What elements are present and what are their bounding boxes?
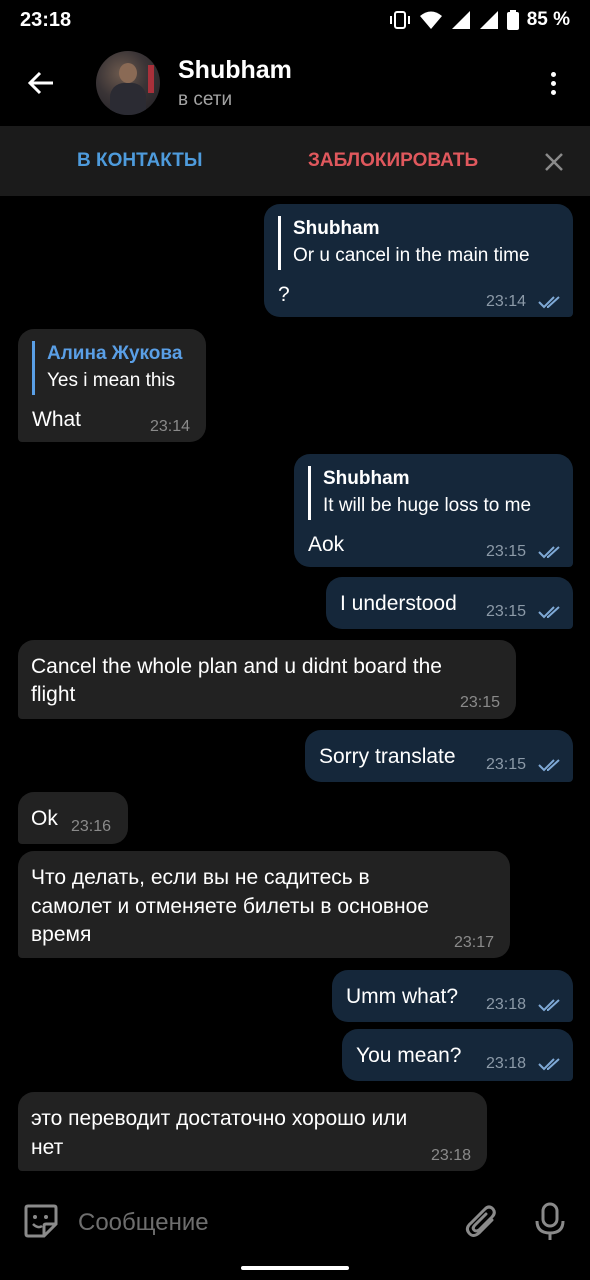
message-bubble[interactable]: Sorry translate 23:15: [305, 730, 573, 782]
message-time: 23:14: [486, 293, 527, 310]
add-contact-button[interactable]: В КОНТАКТЫ: [77, 150, 203, 172]
message-time: 23:18: [486, 996, 527, 1013]
avatar[interactable]: [96, 51, 160, 115]
home-indicator[interactable]: [241, 1266, 349, 1270]
message-text-line: самолет и отменяете билеты в основное: [31, 895, 429, 918]
message-text-line: Cancel the whole plan and u didnt board …: [31, 655, 442, 678]
message-text-line: flight: [31, 683, 76, 706]
paperclip-icon[interactable]: [464, 1202, 500, 1242]
message-time: 23:16: [71, 818, 112, 835]
message-text: I understood: [340, 592, 457, 615]
message-text: You mean?: [356, 1044, 462, 1067]
message-time: 23:15: [486, 756, 527, 773]
double-check-icon: [538, 759, 560, 772]
back-button[interactable]: [0, 40, 82, 126]
contact-status: в сети: [178, 88, 233, 110]
reply-author: Shubham: [293, 218, 380, 239]
reply-quote[interactable]: Shubham Or u cancel in the main time: [278, 216, 530, 270]
message-text-line: Что делать, если вы не садитесь в: [31, 866, 370, 889]
message-bubble[interactable]: Shubham Or u cancel in the main time ? 2…: [264, 204, 573, 317]
contact-info[interactable]: Shubham в сети: [178, 56, 292, 111]
message-text: Ok: [31, 807, 58, 830]
sticker-emoji-icon[interactable]: [22, 1202, 60, 1240]
reply-author: Алина Жукова: [47, 343, 183, 364]
chat-header: Shubham в сети: [0, 40, 590, 126]
message-bubble[interactable]: Cancel the whole plan and u didnt board …: [18, 640, 516, 719]
battery-icon: [506, 10, 519, 30]
double-check-icon: [538, 606, 560, 619]
status-bar: 23:18 85 %: [0, 0, 590, 40]
message-bubble[interactable]: You mean? 23:18: [342, 1029, 573, 1081]
double-check-icon: [538, 1058, 560, 1071]
reply-quote[interactable]: Алина Жукова Yes i mean this: [32, 341, 182, 395]
more-vertical-icon: [550, 71, 556, 77]
message-time: 23:15: [486, 543, 527, 560]
message-bubble[interactable]: Umm what? 23:18: [332, 970, 573, 1022]
vibrate-icon: [389, 11, 410, 29]
message-time: 23:15: [486, 603, 527, 620]
double-check-icon: [538, 546, 560, 559]
message-bubble[interactable]: Shubham It will be huge loss to me Aok 2…: [294, 454, 573, 567]
message-text-line: время: [31, 923, 92, 946]
unknown-contact-bar: В КОНТАКТЫ ЗАБЛОКИРОВАТЬ: [0, 126, 590, 196]
reply-text: Yes i mean this: [47, 370, 176, 391]
message-text-line: нет: [31, 1136, 64, 1159]
message-time: 23:18: [486, 1055, 527, 1072]
wifi-icon: [419, 11, 442, 29]
message-bubble[interactable]: это переводит достаточно хорошо или нет …: [18, 1092, 487, 1171]
message-text: Aok: [308, 533, 345, 556]
status-time: 23:18: [20, 8, 72, 31]
message-text: Sorry translate: [319, 745, 456, 768]
reply-text: Or u cancel in the main time: [293, 245, 530, 266]
message-text-line: это переводит достаточно хорошо или: [31, 1107, 408, 1130]
arrow-left-icon: [27, 71, 53, 95]
message-text: Umm what?: [346, 985, 459, 1008]
reply-quote[interactable]: Shubham It will be huge loss to me: [308, 466, 531, 520]
double-check-icon: [538, 296, 560, 309]
message-input[interactable]: [78, 1206, 438, 1240]
message-bubble[interactable]: Алина Жукова Yes i mean this What 23:14: [18, 329, 206, 442]
message-time: 23:17: [454, 934, 495, 951]
block-user-button[interactable]: ЗАБЛОКИРОВАТЬ: [308, 150, 478, 172]
signal-icon: [451, 11, 470, 29]
message-bubble[interactable]: Ok 23:16: [18, 792, 128, 844]
more-menu-button[interactable]: [538, 68, 568, 98]
message-composer: [0, 1186, 590, 1260]
signal-icon: [479, 11, 498, 29]
message-text: What: [32, 408, 82, 431]
contact-name: Shubham: [178, 55, 292, 84]
double-check-icon: [538, 999, 560, 1012]
reply-text: It will be huge loss to me: [323, 495, 532, 516]
microphone-icon[interactable]: [534, 1202, 566, 1242]
message-time: 23:14: [150, 418, 191, 435]
message-text: ?: [278, 283, 290, 306]
message-bubble[interactable]: Что делать, если вы не садитесь в самоле…: [18, 851, 510, 958]
message-time: 23:15: [460, 694, 501, 711]
status-icons: 85 %: [389, 9, 570, 31]
battery-level: 85 %: [526, 9, 570, 30]
close-icon[interactable]: [540, 148, 568, 176]
reply-author: Shubham: [323, 468, 410, 489]
message-bubble[interactable]: I understood 23:15: [326, 577, 573, 629]
message-time: 23:18: [431, 1147, 472, 1164]
